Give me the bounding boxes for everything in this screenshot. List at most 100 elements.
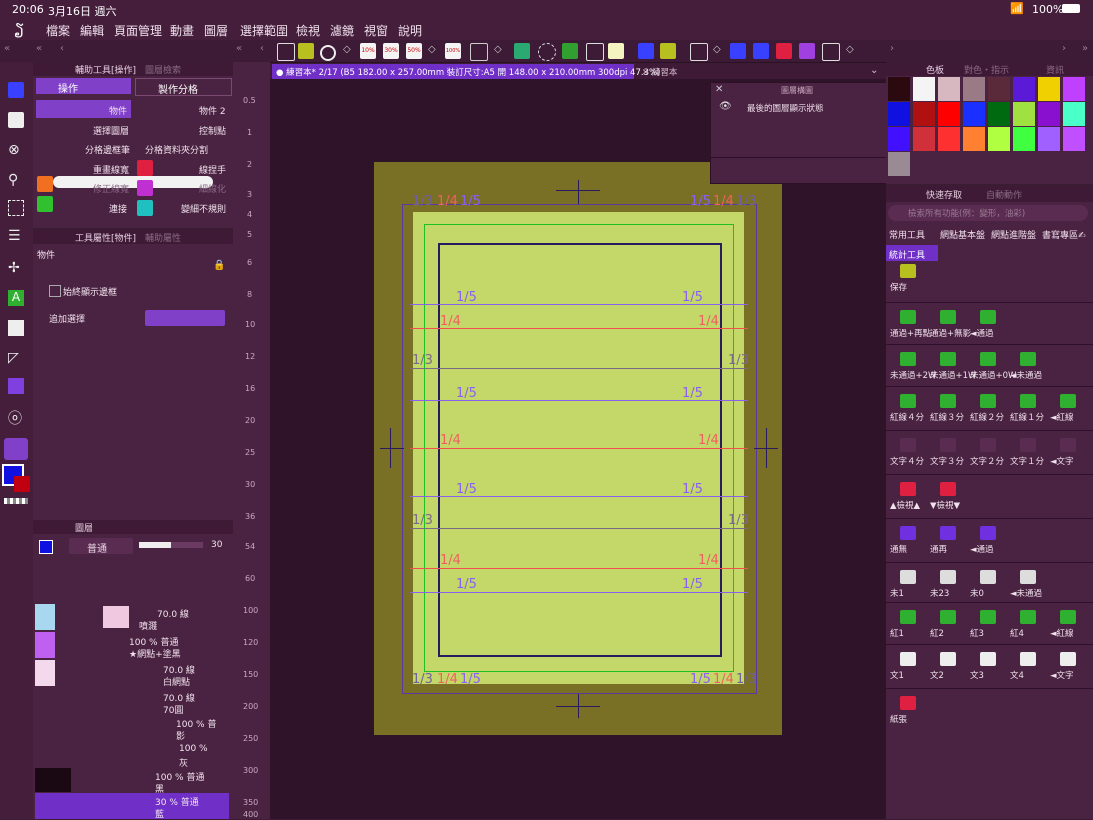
qa-icon[interactable] — [980, 526, 996, 540]
collapse-left2-icon[interactable]: « — [36, 43, 42, 54]
app-logo-icon[interactable]: ຽ — [14, 20, 24, 38]
size-mark[interactable]: 6 — [247, 258, 252, 267]
chevron-left2-icon[interactable]: ‹ — [260, 43, 264, 54]
tab-dropdown-icon[interactable]: ⌄ — [870, 65, 878, 76]
qa-label[interactable]: ◄文字 — [1050, 669, 1074, 681]
menu-layer[interactable]: 圖層 — [204, 22, 228, 39]
size-mark[interactable]: 10 — [245, 320, 255, 329]
color-swatch[interactable] — [1063, 102, 1085, 126]
qa-label[interactable]: 紅3 — [970, 627, 984, 639]
color-swatch[interactable] — [1063, 77, 1085, 101]
save-icon[interactable] — [298, 43, 314, 59]
eye-icon[interactable] — [35, 660, 55, 686]
qa-icon[interactable] — [980, 570, 996, 584]
group-panel[interactable]: 製作分格 — [135, 78, 232, 96]
size-mark[interactable]: 30 — [245, 480, 255, 489]
color-swatch[interactable] — [1013, 102, 1035, 126]
color-swatch[interactable] — [1013, 77, 1035, 101]
color-swatch[interactable] — [913, 127, 935, 151]
size-mark[interactable]: 25 — [245, 448, 255, 457]
qa-icon[interactable] — [940, 570, 956, 584]
qa-label[interactable]: ◄文字 — [1050, 455, 1074, 467]
subtool-label[interactable]: 線捏手 — [199, 163, 226, 176]
qa-label[interactable]: ◄紅線 — [1050, 627, 1074, 639]
eraser-tool-icon[interactable] — [8, 112, 24, 128]
size-mark[interactable]: 0.5 — [243, 96, 256, 105]
pen-blue-icon[interactable] — [638, 43, 654, 59]
qa-label[interactable]: 紅2 — [930, 627, 944, 639]
color-swatch[interactable] — [913, 102, 935, 126]
size-mark[interactable]: 400 — [243, 810, 258, 819]
color-swatch[interactable] — [963, 102, 985, 126]
qa-label[interactable]: 文3 — [970, 669, 984, 681]
zoom-100-button[interactable]: 100% — [445, 43, 461, 59]
qa-icon[interactable] — [940, 652, 956, 666]
color-swatch[interactable] — [938, 77, 960, 101]
sub-property-tab[interactable]: 輔助屬性 — [145, 231, 181, 244]
qa-icon[interactable] — [980, 610, 996, 624]
lasso-icon[interactable] — [538, 43, 556, 61]
qa-label[interactable]: 文1 — [890, 669, 904, 681]
size-mark[interactable]: 54 — [245, 542, 255, 551]
zoom-10-button[interactable]: 10% — [360, 43, 376, 59]
info-tab[interactable]: 資訊 — [1046, 63, 1064, 76]
qa-icon[interactable] — [1060, 652, 1076, 666]
color-swatch[interactable] — [888, 152, 910, 176]
layer-comp-item[interactable]: 最後的圖層顯示狀態 — [747, 102, 824, 114]
qa-label[interactable]: 紅1 — [890, 627, 904, 639]
qa-label[interactable]: 通過+無影 — [930, 327, 971, 339]
size-mark[interactable]: 4 — [247, 210, 252, 219]
qa-icon[interactable] — [1060, 394, 1076, 408]
settings-icon[interactable] — [320, 45, 336, 61]
eye-icon[interactable] — [35, 632, 55, 658]
subtool-tab-active[interactable]: 輔助工具[操作] — [75, 63, 136, 76]
qa-tab-advanced[interactable]: 網點進階盤 — [991, 228, 1036, 241]
color-set-tab[interactable]: 色板 — [926, 63, 944, 76]
qa-icon[interactable] — [940, 394, 956, 408]
qa-label[interactable]: 文4 — [1010, 669, 1024, 681]
grid-icon[interactable] — [470, 43, 488, 61]
balloon-tool-icon[interactable] — [8, 320, 24, 336]
qa-icon[interactable] — [940, 310, 956, 324]
qa-label[interactable]: ◄紅線 — [1050, 411, 1074, 423]
qa-label[interactable]: 紅線２分 — [970, 411, 1004, 423]
qa-label[interactable]: ◄通過 — [970, 327, 994, 339]
qa-label[interactable]: 未23 — [930, 587, 949, 599]
size-mark[interactable]: 60 — [245, 574, 255, 583]
menu-page[interactable]: 頁面管理 — [114, 22, 162, 39]
qa-label[interactable]: 文字１分 — [1010, 455, 1044, 467]
size-mark[interactable]: 5 — [247, 230, 252, 239]
qa-icon[interactable] — [980, 394, 996, 408]
quick-access-tab[interactable]: 快速存取 — [926, 188, 962, 201]
color-swatch[interactable] — [1038, 127, 1060, 151]
frame-icon[interactable] — [608, 43, 624, 59]
color-swatch[interactable] — [988, 77, 1010, 101]
qa-icon[interactable] — [1020, 394, 1036, 408]
group-operation[interactable]: 操作 — [36, 78, 131, 95]
qa-label[interactable]: 紅線１分 — [1010, 411, 1044, 423]
subtool-label[interactable]: 連接 — [109, 202, 127, 215]
layers-icon[interactable] — [799, 43, 815, 59]
qa-icon[interactable] — [1020, 570, 1036, 584]
size-mark[interactable]: 1 — [247, 128, 252, 137]
eye-icon[interactable] — [35, 604, 55, 630]
subtool-label[interactable]: 分格資料夾分割 — [145, 143, 208, 156]
transform-icon[interactable] — [514, 43, 530, 59]
qa-label[interactable]: 文字４分 — [890, 455, 924, 467]
size-mark[interactable]: 2 — [247, 160, 252, 169]
qa-tab-common[interactable]: 常用工具 — [889, 228, 925, 241]
crop-icon[interactable] — [586, 43, 604, 61]
chevron-right-icon[interactable]: › — [1062, 43, 1066, 54]
collapse-left-icon[interactable]: « — [4, 43, 10, 54]
stepper5-icon[interactable]: ◇ — [846, 44, 854, 55]
lock-icon[interactable]: 🔒 — [213, 260, 225, 271]
color-swatch[interactable] — [888, 127, 910, 151]
color-swatch[interactable] — [888, 102, 910, 126]
stepper-icon[interactable]: ◇ — [343, 44, 351, 55]
color-match-tab[interactable]: 對色・指示 — [964, 63, 1009, 76]
text-tool-icon[interactable]: A — [8, 290, 24, 306]
eye-icon[interactable] — [35, 768, 71, 792]
pen3-icon[interactable] — [753, 43, 769, 59]
color-swatch[interactable] — [988, 102, 1010, 126]
color-swatch[interactable] — [1038, 77, 1060, 101]
